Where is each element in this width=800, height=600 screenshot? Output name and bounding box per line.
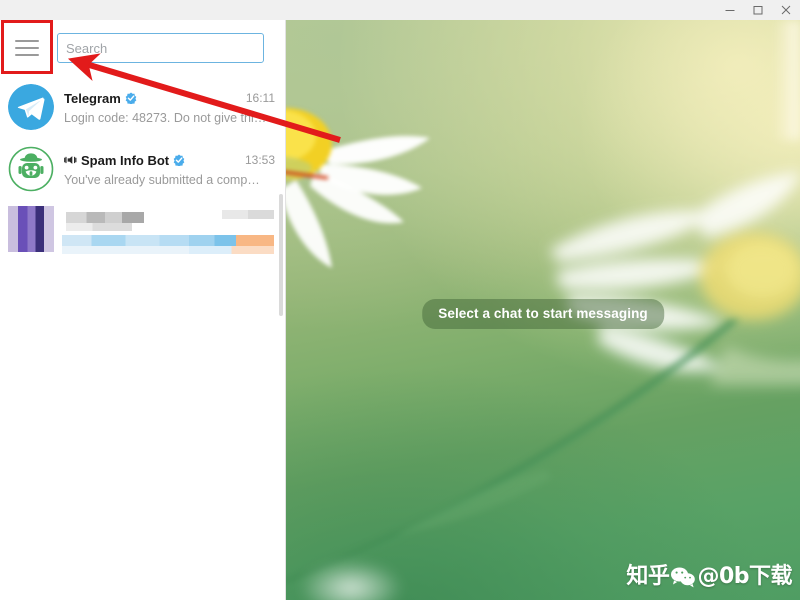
censored-preview-block-2 bbox=[62, 246, 274, 254]
chat-pane: Select a chat to start messaging 知乎 @0b下… bbox=[286, 20, 800, 600]
censored-preview-block bbox=[62, 235, 274, 246]
hamburger-menu-button[interactable] bbox=[0, 21, 54, 75]
wechat-icon bbox=[670, 566, 696, 588]
censored-avatar bbox=[8, 206, 54, 252]
chat-item-header: Spam Info Bot 13:53 bbox=[64, 152, 275, 169]
spam-info-bot-avatar bbox=[8, 146, 54, 192]
watermark-prefix: 知乎 bbox=[626, 564, 670, 589]
close-button[interactable] bbox=[772, 0, 800, 20]
chat-item-header: Telegram 16:11 bbox=[64, 90, 275, 107]
watermark: 知乎 @0b下载 bbox=[626, 566, 792, 588]
background-edge-glow bbox=[774, 20, 800, 140]
chat-title: Spam Info Bot bbox=[81, 152, 170, 168]
search-field-wrapper bbox=[57, 33, 264, 63]
chat-timestamp: 13:53 bbox=[244, 152, 275, 167]
chat-list-item-spam-info-bot[interactable]: Spam Info Bot 13:53 You've already submi… bbox=[0, 138, 285, 200]
background-bokeh bbox=[286, 548, 426, 600]
chat-preview-text: Login code: 48273. Do not give thi… bbox=[64, 110, 267, 125]
watermark-suffix: @0b下载 bbox=[697, 564, 792, 589]
chat-preview-text: You've already submitted a comp… bbox=[64, 172, 260, 187]
chat-list-item-censored[interactable] bbox=[0, 200, 285, 262]
telegram-desktop-window: Telegram 16:11 Login code: 48273. Do not… bbox=[0, 0, 800, 600]
chat-list[interactable]: Telegram 16:11 Login code: 48273. Do not… bbox=[0, 76, 285, 600]
daisy-flower-foreground bbox=[286, 108, 430, 268]
chat-timestamp: 16:11 bbox=[245, 90, 275, 105]
hamburger-menu-icon bbox=[15, 40, 39, 56]
telegram-logo-avatar bbox=[8, 84, 54, 130]
censored-title-block-2 bbox=[66, 223, 132, 231]
chat-list-scrollbar[interactable] bbox=[279, 194, 283, 316]
censored-timestamp-block bbox=[222, 210, 274, 219]
muted-icon bbox=[64, 154, 77, 166]
search-input[interactable] bbox=[57, 33, 264, 63]
empty-state-label: Select a chat to start messaging bbox=[422, 299, 664, 329]
sidebar-topbar bbox=[0, 20, 285, 76]
chat-sidebar: Telegram 16:11 Login code: 48273. Do not… bbox=[0, 20, 286, 600]
maximize-button[interactable] bbox=[744, 0, 772, 20]
chat-list-item-telegram[interactable]: Telegram 16:11 Login code: 48273. Do not… bbox=[0, 76, 285, 138]
window-titlebar bbox=[0, 0, 800, 20]
censored-title-block bbox=[66, 212, 144, 223]
verified-badge-icon bbox=[173, 154, 185, 166]
minimize-button[interactable] bbox=[716, 0, 744, 20]
chat-title: Telegram bbox=[64, 90, 121, 106]
verified-badge-icon bbox=[125, 92, 137, 104]
chat-item-content: Spam Info Bot 13:53 You've already submi… bbox=[64, 152, 275, 187]
chat-item-content: Telegram 16:11 Login code: 48273. Do not… bbox=[64, 90, 275, 125]
